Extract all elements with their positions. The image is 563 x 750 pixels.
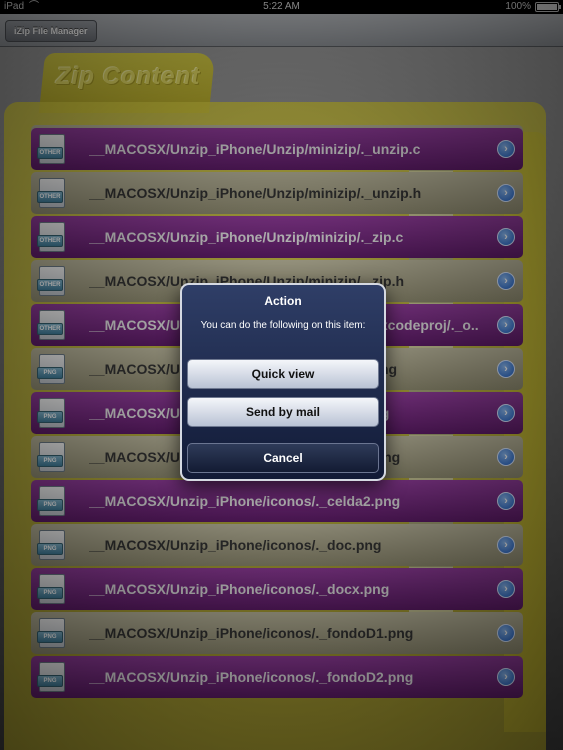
disclosure-arrow-icon[interactable]: › (497, 140, 515, 158)
file-name: __MACOSX/Unzip_iPhone/Unzip/minizip/._zi… (89, 229, 404, 245)
file-type-label: OTHER (37, 235, 63, 247)
file-type-label: OTHER (37, 191, 63, 203)
disclosure-arrow-icon[interactable]: › (497, 316, 515, 334)
file-type-label: OTHER (37, 279, 63, 291)
action-sheet: Action You can do the following on this … (180, 283, 386, 481)
battery-icon (535, 2, 561, 12)
battery-percent: 100% (505, 1, 531, 12)
action-message: You can do the following on this item: (200, 320, 366, 331)
file-name: __MACOSX/Unzip_iPhone/iconos/._fondoD1.p… (89, 625, 414, 641)
disclosure-arrow-icon[interactable]: › (497, 404, 515, 422)
table-row[interactable]: PNG __MACOSX/Unzip_iPhone/iconos/._celda2… (31, 480, 523, 522)
png-file-icon: PNG (37, 574, 65, 604)
table-row[interactable]: PNG __MACOSX/Unzip_iPhone/iconos/._fondoD… (31, 656, 523, 698)
file-name: __MACOSX/Unzip_iPhone/iconos/._fondoD2.p… (89, 669, 414, 685)
disclosure-arrow-icon[interactable]: › (497, 228, 515, 246)
file-type-label: PNG (37, 411, 63, 423)
disclosure-arrow-icon[interactable]: › (497, 360, 515, 378)
file-type-label: PNG (37, 543, 63, 555)
png-file-icon: PNG (37, 398, 65, 428)
send-by-mail-button[interactable]: Send by mail (187, 397, 379, 427)
png-file-icon: PNG (37, 442, 65, 472)
file-type-label: PNG (37, 367, 63, 379)
file-type-label: OTHER (37, 323, 63, 335)
png-file-icon: PNG (37, 618, 65, 648)
other-file-icon: OTHER (37, 310, 65, 340)
file-name: __MACOSX/Unzip_iPhone/Unzip/minizip/._un… (89, 185, 422, 201)
other-file-icon: OTHER (37, 222, 65, 252)
status-bar: iPad ⌒ 5:22 AM 100% (0, 0, 563, 14)
table-row[interactable]: OTHER __MACOSX/Unzip_iPhone/Unzip/minizip… (31, 128, 523, 170)
file-type-label: PNG (37, 675, 63, 687)
table-row[interactable]: PNG __MACOSX/Unzip_iPhone/iconos/._doc.pn… (31, 524, 523, 566)
cancel-button[interactable]: Cancel (187, 443, 379, 473)
table-row[interactable]: OTHER __MACOSX/Unzip_iPhone/Unzip/minizip… (31, 172, 523, 214)
status-time: 5:22 AM (263, 1, 300, 12)
table-row[interactable]: PNG __MACOSX/Unzip_iPhone/iconos/._fondoD… (31, 612, 523, 654)
disclosure-arrow-icon[interactable]: › (497, 184, 515, 202)
file-type-label: PNG (37, 587, 63, 599)
file-type-label: PNG (37, 455, 63, 467)
nav-bar: iZip File Manager (0, 14, 563, 47)
disclosure-arrow-icon[interactable]: › (497, 536, 515, 554)
disclosure-arrow-icon[interactable]: › (497, 448, 515, 466)
file-name: __MACOSX/Unzip_iPhone/iconos/._celda2.pn… (89, 493, 401, 509)
folder-title: Zip Content (56, 63, 201, 90)
file-name: __MACOSX/Unzip_iPhone/Unzip/minizip/._un… (89, 141, 421, 157)
file-type-label: OTHER (37, 147, 63, 159)
quick-view-button[interactable]: Quick view (187, 359, 379, 389)
png-file-icon: PNG (37, 354, 65, 384)
table-row[interactable]: OTHER __MACOSX/Unzip_iPhone/Unzip/minizip… (31, 216, 523, 258)
png-file-icon: PNG (37, 662, 65, 692)
disclosure-arrow-icon[interactable]: › (497, 624, 515, 642)
other-file-icon: OTHER (37, 266, 65, 296)
file-name: __MACOSX/Unzip_iPhone/iconos/._doc.png (89, 537, 382, 553)
table-row[interactable]: PNG __MACOSX/Unzip_iPhone/iconos/._docx.p… (31, 568, 523, 610)
disclosure-arrow-icon[interactable]: › (497, 492, 515, 510)
file-name: __MACOSX/Unzip_iPhone/iconos/._docx.png (89, 581, 390, 597)
other-file-icon: OTHER (37, 134, 65, 164)
png-file-icon: PNG (37, 486, 65, 516)
png-file-icon: PNG (37, 530, 65, 560)
disclosure-arrow-icon[interactable]: › (497, 668, 515, 686)
other-file-icon: OTHER (37, 178, 65, 208)
action-title: Action (264, 294, 302, 308)
disclosure-arrow-icon[interactable]: › (497, 272, 515, 290)
status-right: 100% (505, 0, 561, 14)
izip-file-manager-button[interactable]: iZip File Manager (5, 20, 97, 42)
file-type-label: PNG (37, 631, 63, 643)
file-type-label: PNG (37, 499, 63, 511)
disclosure-arrow-icon[interactable]: › (497, 580, 515, 598)
